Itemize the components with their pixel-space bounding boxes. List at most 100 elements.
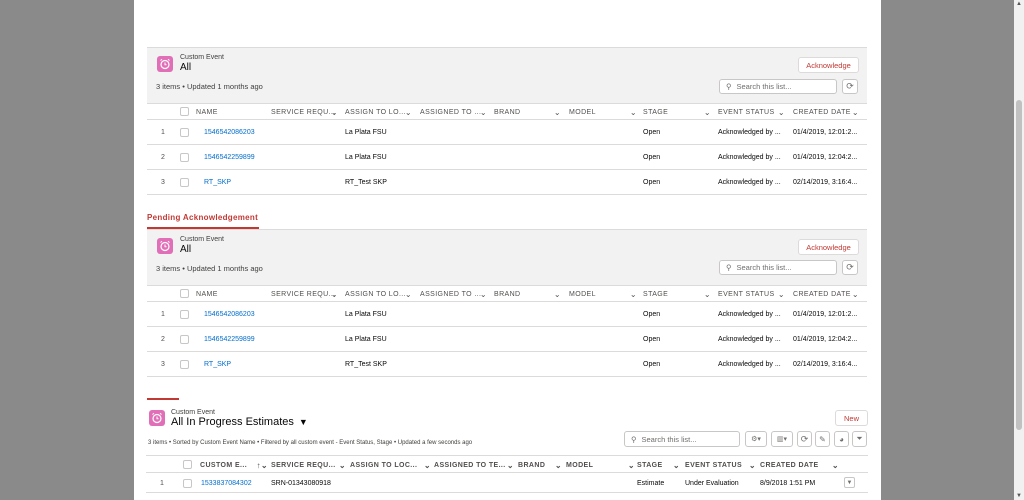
column-header-event-status[interactable]: EVENT STATUS ⌄ — [718, 104, 791, 121]
chevron-down-icon[interactable]: ⌄ — [480, 108, 487, 117]
event-name-link[interactable]: 1546542086203 — [204, 120, 255, 145]
scroll-up-arrow-icon[interactable]: ▲ — [1016, 1, 1022, 7]
column-header-name[interactable]: NAME — [196, 286, 269, 303]
event-name-link[interactable]: RT_SKP — [204, 170, 231, 195]
column-header-event-status[interactable]: EVENT STATUS ⌄ — [685, 456, 757, 474]
column-header-name[interactable]: NAME — [196, 104, 269, 121]
chevron-down-icon[interactable]: ⌄ — [749, 461, 756, 470]
table-row: 1 1546542086203 La Plata FSU Open Acknow… — [147, 302, 867, 327]
chevron-down-icon[interactable]: ⌄ — [480, 290, 487, 299]
chevron-down-icon[interactable]: ⌄ — [628, 461, 635, 470]
table-header: NAME SERVICE REQU... ⌄ ASSIGN TO LO... ⌄ A… — [147, 103, 867, 120]
chevron-down-icon[interactable]: ⌄ — [832, 461, 839, 470]
list-settings-button[interactable]: ⚙▾ — [745, 431, 767, 447]
sort-ascending-icon[interactable]: ↑⌄ — [256, 461, 268, 470]
column-header-stage[interactable]: STAGE ⌄ — [637, 456, 681, 474]
search-input[interactable]: ⚲ Search this list... — [719, 260, 837, 275]
acknowledge-button[interactable]: Acknowledge — [798, 57, 859, 73]
event-name-link[interactable]: RT_SKP — [204, 352, 231, 377]
assign-location: La Plata FSU — [345, 311, 387, 318]
event-name-link[interactable]: 1546542086203 — [204, 302, 255, 327]
page-scrollbar[interactable]: ▲ ▼ — [1014, 0, 1024, 500]
column-header-assigned-to[interactable]: ASSIGNED TO ... ⌄ — [420, 286, 493, 303]
row-number: 2 — [161, 154, 165, 161]
search-input[interactable]: ⚲ Search this list... — [719, 79, 837, 94]
chevron-down-icon[interactable]: ⌄ — [704, 290, 711, 299]
object-label: Custom Event — [171, 409, 215, 416]
new-button[interactable]: New — [835, 410, 868, 426]
scroll-down-arrow-icon[interactable]: ▼ — [1016, 493, 1022, 499]
display-as-button[interactable]: ▥▾ — [771, 431, 793, 447]
column-header-assign-to-location[interactable]: ASSIGN TO LO... ⌄ — [345, 104, 418, 121]
chevron-down-icon[interactable]: ⌄ — [778, 290, 785, 299]
charts-button[interactable]: ◕ — [834, 431, 849, 447]
tab-pending-acknowledgement[interactable]: Pending Acknowledgement — [147, 213, 258, 222]
column-header-assigned-to-team[interactable]: ASSIGNED TO TE... ⌄ — [434, 456, 515, 474]
column-header-custom-event-name[interactable]: CUSTOM E... ↑⌄ — [200, 456, 269, 474]
column-header-assign-to-location[interactable]: ASSIGN TO LOC... ⌄ — [350, 456, 432, 474]
chevron-down-icon[interactable]: ⌄ — [778, 108, 785, 117]
chevron-down-icon[interactable]: ▼ — [299, 417, 308, 427]
row-number: 2 — [161, 336, 165, 343]
column-header-service-request[interactable]: SERVICE REQU... ⌄ — [271, 104, 344, 121]
row-actions-button[interactable]: ▼ — [844, 477, 855, 488]
chevron-down-icon[interactable]: ⌄ — [852, 290, 859, 299]
column-header-stage[interactable]: STAGE ⌄ — [643, 286, 717, 303]
column-header-created-date[interactable]: CREATED DATE ⌄ — [793, 286, 865, 303]
event-name-link[interactable]: 1546542259899 — [204, 327, 255, 352]
chevron-down-icon[interactable]: ⌄ — [852, 108, 859, 117]
row-checkbox[interactable] — [180, 128, 189, 137]
refresh-button[interactable]: ⟳ — [842, 260, 858, 275]
chevron-down-icon[interactable]: ⌄ — [630, 108, 637, 117]
chevron-down-icon[interactable]: ⌄ — [339, 461, 346, 470]
column-header-assign-to-location[interactable]: ASSIGN TO LO... ⌄ — [345, 286, 418, 303]
chevron-down-icon[interactable]: ⌄ — [673, 461, 680, 470]
list-view-selector[interactable]: All In Progress Estimates ▼ — [171, 416, 308, 428]
column-header-created-date[interactable]: CREATED DATE ⌄ — [760, 456, 840, 474]
filter-button[interactable]: ⏷ — [852, 431, 867, 447]
chevron-down-icon[interactable]: ⌄ — [405, 108, 412, 117]
chevron-down-icon[interactable]: ⌄ — [555, 461, 562, 470]
select-all-checkbox[interactable] — [183, 460, 192, 469]
refresh-button[interactable]: ⟳ — [797, 431, 812, 447]
row-checkbox[interactable] — [180, 153, 189, 162]
chevron-down-icon[interactable]: ⌄ — [554, 108, 561, 117]
column-header-event-status[interactable]: EVENT STATUS ⌄ — [718, 286, 791, 303]
chevron-down-icon[interactable]: ⌄ — [507, 461, 514, 470]
column-header-stage[interactable]: STAGE ⌄ — [643, 104, 717, 121]
column-header-assigned-to[interactable]: ASSIGNED TO ... ⌄ — [420, 104, 493, 121]
column-header-service-request[interactable]: SERVICE REQU... ⌄ — [271, 286, 344, 303]
row-checkbox[interactable] — [180, 178, 189, 187]
column-header-service-request[interactable]: SERVICE REQU... ⌄ — [271, 456, 347, 474]
chevron-down-icon[interactable]: ⌄ — [704, 108, 711, 117]
row-checkbox[interactable] — [180, 335, 189, 344]
column-header-brand[interactable]: BRAND ⌄ — [518, 456, 563, 474]
chevron-down-icon: ▼ — [846, 479, 853, 486]
column-header-model[interactable]: MODEL ⌄ — [569, 104, 643, 121]
search-input[interactable]: ⚲ Search this list... — [624, 431, 740, 447]
column-header-model[interactable]: MODEL ⌄ — [569, 286, 643, 303]
chevron-down-icon[interactable]: ⌄ — [331, 290, 338, 299]
chevron-down-icon[interactable]: ⌄ — [424, 461, 431, 470]
search-placeholder: Search this list... — [736, 82, 792, 91]
column-header-brand[interactable]: BRAND ⌄ — [494, 286, 567, 303]
row-checkbox[interactable] — [180, 310, 189, 319]
event-name-link[interactable]: 1546542259899 — [204, 145, 255, 170]
acknowledge-button[interactable]: Acknowledge — [798, 239, 859, 255]
edit-button[interactable]: ✎ — [815, 431, 830, 447]
select-all-checkbox[interactable] — [180, 107, 189, 116]
column-header-created-date[interactable]: CREATED DATE ⌄ — [793, 104, 865, 121]
scrollbar-thumb[interactable] — [1016, 100, 1022, 430]
event-name-link[interactable]: 1533837084302 — [201, 473, 252, 493]
chevron-down-icon[interactable]: ⌄ — [630, 290, 637, 299]
column-header-model[interactable]: MODEL ⌄ — [566, 456, 636, 474]
select-all-checkbox[interactable] — [180, 289, 189, 298]
chevron-down-icon[interactable]: ⌄ — [554, 290, 561, 299]
row-checkbox[interactable] — [180, 360, 189, 369]
chevron-down-icon[interactable]: ⌄ — [405, 290, 412, 299]
chevron-down-icon[interactable]: ⌄ — [331, 108, 338, 117]
search-icon: ⚲ — [631, 434, 637, 444]
refresh-button[interactable]: ⟳ — [842, 79, 858, 94]
column-header-brand[interactable]: BRAND ⌄ — [494, 104, 567, 121]
row-checkbox[interactable] — [183, 479, 192, 488]
